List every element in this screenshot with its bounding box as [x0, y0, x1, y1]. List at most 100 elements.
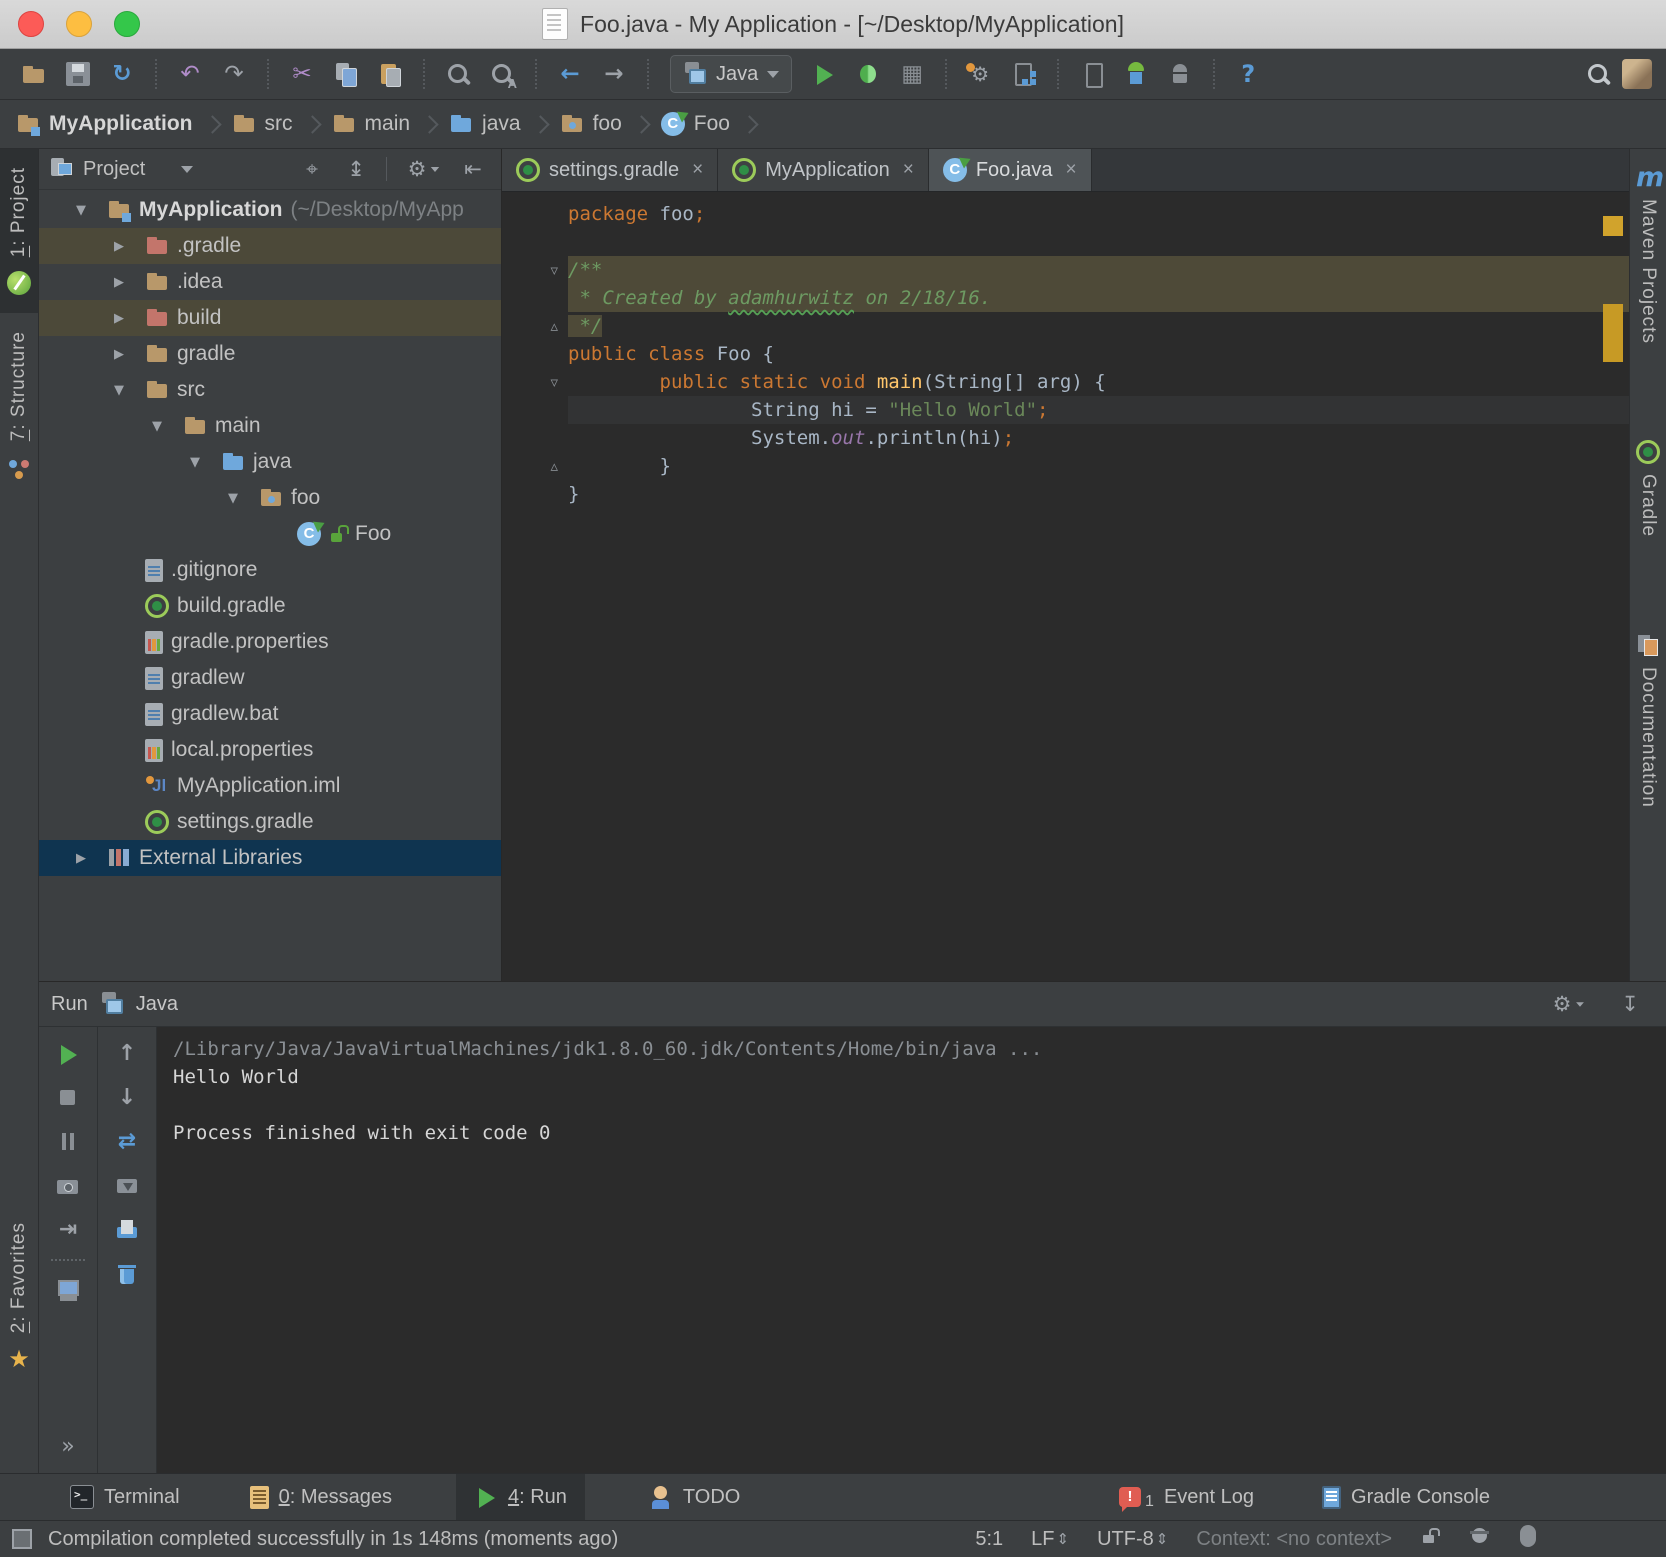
status-widget-utf-8[interactable]: UTF-8⇕: [1097, 1528, 1168, 1551]
forward-button[interactable]: →: [594, 54, 634, 94]
fold-down-icon[interactable]: ▿: [502, 368, 568, 396]
toggle-stripes-icon[interactable]: [12, 1529, 32, 1549]
settings-wrench-button[interactable]: ⚙: [960, 54, 1000, 94]
close-button[interactable]: [18, 11, 44, 37]
tree-closed-arrow-icon[interactable]: ▶: [101, 347, 137, 362]
tool-button-documentation[interactable]: Documentation: [1636, 633, 1660, 808]
breadcrumb-item-main[interactable]: main: [332, 112, 411, 136]
fold-down-icon[interactable]: ▿: [502, 256, 568, 284]
back-button[interactable]: ←: [550, 54, 590, 94]
tree-row-myapplication-iml[interactable]: MyApplication.iml: [39, 768, 501, 804]
android-button[interactable]: [1160, 54, 1200, 94]
collapse-button[interactable]: ↨: [342, 155, 370, 183]
rerun-button[interactable]: [48, 1039, 88, 1069]
tree-row-main[interactable]: ▼main: [39, 408, 501, 444]
tab-myapplication[interactable]: MyApplication×: [718, 149, 929, 191]
paste-button[interactable]: [370, 54, 410, 94]
coverage-button[interactable]: ▦: [892, 54, 932, 94]
breadcrumb-item-myapplication[interactable]: MyApplication: [16, 112, 193, 136]
debug-button[interactable]: [848, 54, 888, 94]
tree-row-gradle[interactable]: ▶.gradle: [39, 228, 501, 264]
tree-row-java[interactable]: ▼java: [39, 444, 501, 480]
minimize-button[interactable]: [66, 11, 92, 37]
undo-button[interactable]: ↶: [170, 54, 210, 94]
up-button[interactable]: ↑: [107, 1039, 147, 1069]
tree-row-external-libraries[interactable]: ▶External Libraries: [39, 840, 501, 876]
open-folder-button[interactable]: [14, 54, 54, 94]
close-icon[interactable]: ×: [903, 159, 914, 181]
tree-row-idea[interactable]: ▶.idea: [39, 264, 501, 300]
tool-window-button-messages[interactable]: 0: Messages: [244, 1474, 398, 1520]
redo-button[interactable]: ↷: [214, 54, 254, 94]
breadcrumb-item-java[interactable]: java: [449, 112, 521, 136]
restore-button[interactable]: ⇄: [107, 1127, 147, 1157]
replace-button[interactable]: A: [482, 54, 522, 94]
gear-button[interactable]: ⚙: [403, 155, 443, 183]
help-button[interactable]: ?: [1228, 54, 1268, 94]
tab-settings-gradle[interactable]: settings.gradle×: [502, 149, 718, 191]
breadcrumb-item-src[interactable]: src: [232, 112, 293, 136]
code-editor[interactable]: package foo;▿/** * Created by adamhurwit…: [502, 192, 1629, 981]
user-avatar[interactable]: [1622, 59, 1652, 89]
hide-console-button[interactable]: ↧: [1610, 984, 1650, 1024]
console-gear-button[interactable]: ⚙: [1546, 984, 1590, 1024]
down-button[interactable]: ↓: [107, 1083, 147, 1113]
tree-open-arrow-icon[interactable]: ▼: [215, 491, 251, 506]
tree-row-gradle[interactable]: ▶gradle: [39, 336, 501, 372]
run-console[interactable]: /Library/Java/JavaVirtualMachines/jdk1.8…: [157, 1027, 1666, 1474]
avd-manager-button[interactable]: [1116, 54, 1156, 94]
exit-button[interactable]: ⇥: [48, 1215, 88, 1245]
tool-window-button-run[interactable]: 4: Run: [456, 1474, 585, 1520]
tree-row-gradle-properties[interactable]: gradle.properties: [39, 624, 501, 660]
tool-button-favorites[interactable]: 2: Favorites★: [0, 1204, 38, 1389]
tree-closed-arrow-icon[interactable]: ▶: [101, 275, 137, 290]
hector-widget[interactable]: [1468, 1524, 1492, 1554]
find-button[interactable]: [438, 54, 478, 94]
gradle-sync-button[interactable]: ↻: [102, 54, 142, 94]
tree-row-build-gradle[interactable]: build.gradle: [39, 588, 501, 624]
pause-button[interactable]: [48, 1127, 88, 1157]
tree-row-gitignore[interactable]: .gitignore: [39, 552, 501, 588]
oval-widget[interactable]: [1520, 1525, 1536, 1553]
fold-up-icon[interactable]: ▵: [502, 312, 568, 340]
maximize-button[interactable]: [114, 11, 140, 37]
warning-stripe-mark[interactable]: [1603, 304, 1623, 362]
status-widget-5-1[interactable]: 5:1: [975, 1528, 1003, 1551]
tool-window-button-event-log[interactable]: 1Event Log: [1113, 1483, 1260, 1511]
tool-button-maven-projects[interactable]: mMaven Projects: [1636, 165, 1660, 344]
close-icon[interactable]: ×: [1066, 159, 1077, 181]
tree-row-gradlew-bat[interactable]: gradlew.bat: [39, 696, 501, 732]
tree-row-myapplication[interactable]: ▼MyApplication (~/Desktop/MyApp: [39, 192, 501, 228]
tree-row-foo[interactable]: Foo: [39, 516, 501, 552]
save-button[interactable]: [58, 54, 98, 94]
copy-button[interactable]: [326, 54, 366, 94]
export-button[interactable]: [107, 1171, 147, 1201]
tree-open-arrow-icon[interactable]: ▼: [101, 383, 137, 398]
tree-row-settings-gradle[interactable]: settings.gradle: [39, 804, 501, 840]
tree-row-gradlew[interactable]: gradlew: [39, 660, 501, 696]
fold-up-icon[interactable]: ▵: [502, 452, 568, 480]
tree-open-arrow-icon[interactable]: ▼: [63, 203, 99, 218]
tree-row-local-properties[interactable]: local.properties: [39, 732, 501, 768]
status-widget-context-no-context[interactable]: Context: <no context>: [1196, 1528, 1392, 1551]
close-icon[interactable]: ×: [692, 159, 703, 181]
breadcrumb-item-foo[interactable]: foo: [560, 112, 622, 136]
tree-row-src[interactable]: ▼src: [39, 372, 501, 408]
monitor-button[interactable]: [48, 1275, 88, 1305]
breadcrumb-item-foo[interactable]: Foo: [661, 112, 730, 136]
tree-closed-arrow-icon[interactable]: ▶: [63, 851, 99, 866]
tree-closed-arrow-icon[interactable]: ▶: [101, 311, 137, 326]
cut-button[interactable]: ✂: [282, 54, 322, 94]
stop-button[interactable]: [48, 1083, 88, 1113]
status-widget-lf[interactable]: LF⇕: [1031, 1528, 1069, 1551]
unlock-widget[interactable]: [1420, 1526, 1440, 1552]
tool-button-gradle[interactable]: Gradle: [1636, 440, 1660, 537]
run-button[interactable]: [804, 54, 844, 94]
print-button[interactable]: [107, 1215, 147, 1245]
tool-window-button-terminal[interactable]: Terminal: [64, 1474, 186, 1520]
tool-button-project[interactable]: 1: Project: [0, 149, 38, 313]
tree-row-foo[interactable]: ▼foo: [39, 480, 501, 516]
search-everywhere-button[interactable]: [1578, 54, 1618, 94]
chevrons-button[interactable]: »: [48, 1432, 88, 1462]
tool-window-button-todo[interactable]: TODO: [643, 1474, 746, 1520]
